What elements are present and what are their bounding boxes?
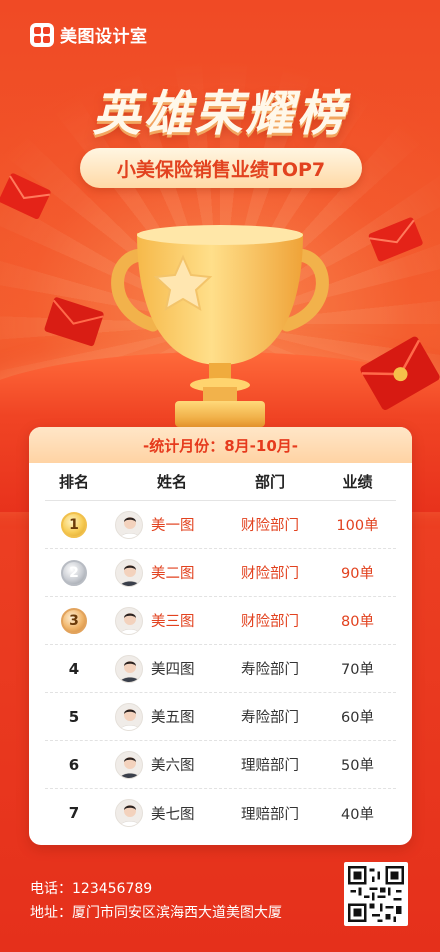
address-label: 地址： xyxy=(30,905,72,921)
name-cell: 美六图 xyxy=(103,750,221,779)
trophy-icon xyxy=(111,225,329,427)
avatar xyxy=(115,558,143,587)
table-row: 5 美五图 寿险部门 60单 xyxy=(45,693,396,741)
department-cell: 理赔部门 xyxy=(241,758,299,774)
performance-cell: 70单 xyxy=(341,662,374,678)
period-band: -统计月份：8月-10月- xyxy=(29,427,412,463)
rank-number: 7 xyxy=(68,804,80,822)
rank-cell: 7 xyxy=(45,804,103,822)
address-line: 地址：厦门市同安区滨海西大道美图大厦 xyxy=(30,902,282,922)
table-body: 1 美一图 财险部门 100单 2 美二图 财险部门 90单 3 美三图 财险部门 80单 4 美四图 寿险… xyxy=(29,501,412,837)
phone-number: 123456789 xyxy=(72,881,153,897)
avatar xyxy=(115,750,143,779)
rank-cell: 3 xyxy=(45,607,103,634)
person-name: 美七图 xyxy=(151,806,195,823)
person-name: 美六图 xyxy=(151,758,195,774)
performance-cell: 90单 xyxy=(341,566,374,582)
department-cell: 理赔部门 xyxy=(241,806,299,823)
department-cell: 财险部门 xyxy=(241,518,299,534)
rank-number: 6 xyxy=(68,755,80,774)
performance-cell: 60单 xyxy=(341,710,374,726)
rank-cell: 1 xyxy=(45,511,103,538)
performance-cell: 80单 xyxy=(341,614,374,630)
avatar xyxy=(115,510,143,539)
performance-cell: 100单 xyxy=(336,518,379,534)
period-text: -统计月份：8月-10月- xyxy=(143,436,298,455)
performance-cell: 40单 xyxy=(341,806,374,823)
table-row: 1 美一图 财险部门 100单 xyxy=(45,501,396,549)
header-name: 姓名 xyxy=(156,473,187,491)
header-dept: 部门 xyxy=(254,473,285,491)
ranking-table: -统计月份：8月-10月- 排名 姓名 部门 业绩 1 美一图 财险部门 100单 2 美… xyxy=(29,427,412,845)
avatar xyxy=(115,654,143,683)
table-row: 2 美二图 财险部门 90单 xyxy=(45,549,396,597)
qr-code-icon xyxy=(344,862,408,926)
table-row: 3 美三图 财险部门 80单 xyxy=(45,597,396,645)
name-cell: 美五图 xyxy=(103,702,221,731)
person-name: 美四图 xyxy=(151,662,195,678)
address-text: 厦门市同安区滨海西大道美图大厦 xyxy=(72,905,282,921)
name-cell: 美三图 xyxy=(103,606,221,635)
phone-label: 电话： xyxy=(30,881,72,897)
poster: 美图设计室 英雄荣耀榜 小美保险销售业绩TOP7 -统计月份：8月-10月- 排… xyxy=(0,0,440,952)
header-perf: 业绩 xyxy=(342,473,373,491)
name-cell: 美二图 xyxy=(103,558,221,587)
rank-cell: 6 xyxy=(45,756,103,774)
person-name: 美三图 xyxy=(151,614,195,630)
subtitle-pill: 小美保险销售业绩TOP7 xyxy=(80,148,362,188)
phone-line: 电话：123456789 xyxy=(30,878,152,898)
red-packet-icon xyxy=(0,173,51,219)
gold-medal-icon: 1 xyxy=(61,511,87,538)
table-header: 排名 姓名 部门 业绩 xyxy=(45,463,396,501)
rank-number: 4 xyxy=(68,659,80,678)
header-rank: 排名 xyxy=(58,473,89,491)
page-title: 英雄荣耀榜 xyxy=(92,86,348,142)
bronze-medal-icon: 3 xyxy=(61,607,87,634)
department-cell: 财险部门 xyxy=(241,614,299,630)
table-row: 6 美六图 理赔部门 50单 xyxy=(45,741,396,789)
logo-icon xyxy=(30,22,54,47)
name-cell: 美一图 xyxy=(103,510,221,539)
department-cell: 寿险部门 xyxy=(241,710,299,726)
name-cell: 美七图 xyxy=(103,799,221,827)
table-row: 4 美四图 寿险部门 70单 xyxy=(45,645,396,693)
name-cell: 美四图 xyxy=(103,654,221,683)
avatar xyxy=(115,799,143,827)
brand-logo: 美图设计室 xyxy=(30,22,148,47)
brand-name: 美图设计室 xyxy=(60,27,148,47)
avatar xyxy=(115,702,143,731)
rank-cell: 4 xyxy=(45,660,103,678)
person-name: 美一图 xyxy=(151,518,195,534)
avatar xyxy=(115,606,143,635)
person-name: 美二图 xyxy=(151,566,195,582)
red-packet-icon xyxy=(360,336,440,410)
rank-cell: 5 xyxy=(45,708,103,726)
department-cell: 财险部门 xyxy=(241,566,299,582)
silver-medal-icon: 2 xyxy=(61,559,87,586)
red-packet-icon xyxy=(368,217,423,262)
rank-number: 5 xyxy=(68,707,80,726)
person-name: 美五图 xyxy=(151,710,195,726)
table-row: 7 美七图 理赔部门 40单 xyxy=(45,789,396,837)
red-packet-icon xyxy=(44,297,104,347)
performance-cell: 50单 xyxy=(341,758,374,774)
department-cell: 寿险部门 xyxy=(241,662,299,678)
rank-cell: 2 xyxy=(45,559,103,586)
subtitle-text: 小美保险销售业绩TOP7 xyxy=(116,158,326,181)
